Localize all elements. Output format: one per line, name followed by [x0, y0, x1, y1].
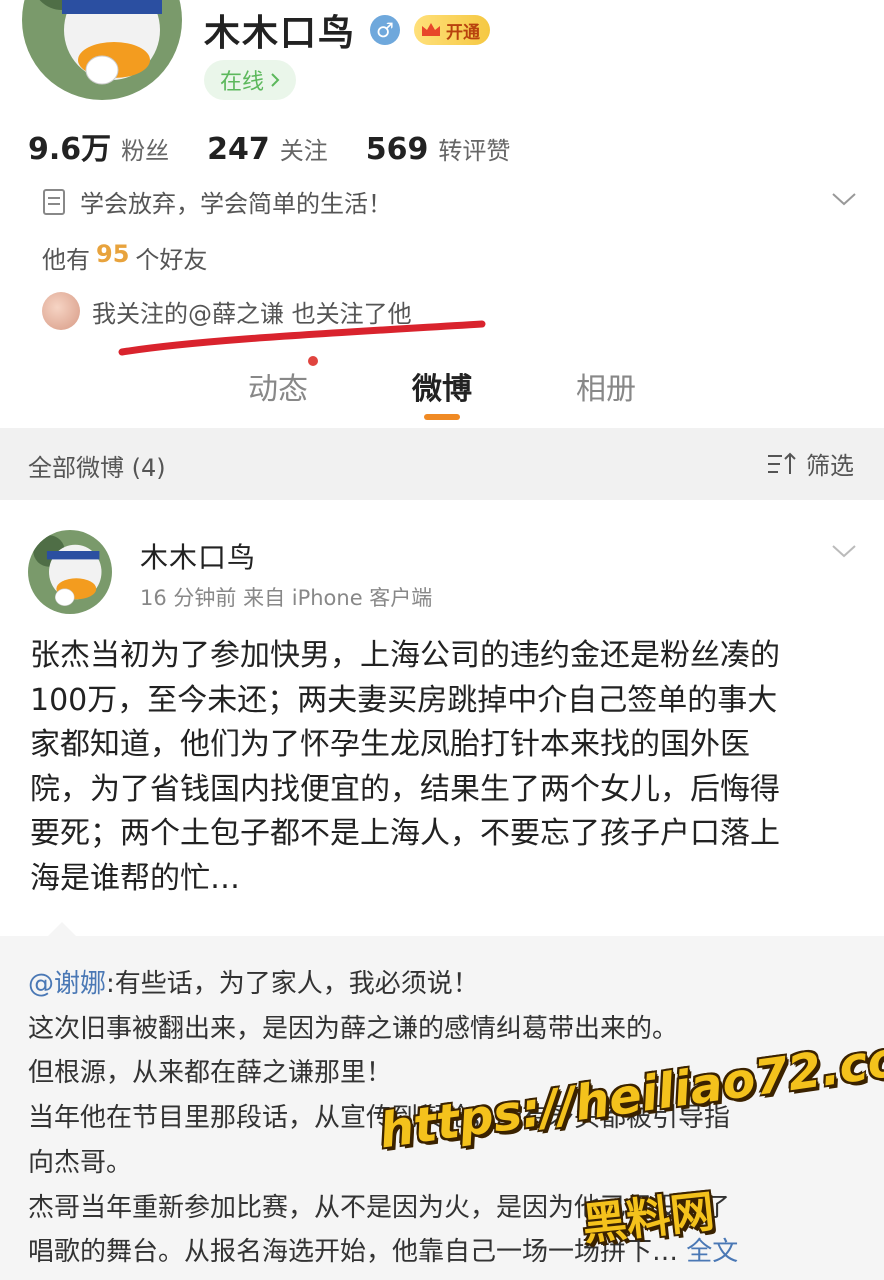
profile-stats: 9.6万 粉丝 247 关注 569 转评赞	[28, 124, 510, 168]
mention-link[interactable]: @谢娜	[28, 969, 106, 999]
chevron-down-icon[interactable]	[830, 540, 858, 562]
post-author-name[interactable]: 木木口鸟	[140, 536, 256, 576]
stat-label: 转评赞	[438, 137, 511, 165]
name-row: 木木口鸟 ♂ 开通	[204, 4, 491, 56]
stat-number: 247	[207, 132, 270, 167]
stat-number: 569	[365, 132, 429, 167]
friends-number: 95	[96, 240, 130, 268]
post-body[interactable]: 张杰当初为了参加快男，上海公司的违约金还是粉丝凑的 100万，至今未还；两夫妻买…	[30, 634, 840, 901]
profile-header: 木木口鸟 ♂ 开通 在线 9.6万 粉丝 247 关注 569 转评赞 学会放弃…	[0, 0, 884, 428]
friends-suffix: 个好友	[135, 246, 208, 274]
friends-count[interactable]: 他有 95 个好友	[42, 240, 207, 275]
post-line: 要死；两个土包子都不是上海人，不要忘了孩子户口落上	[30, 816, 780, 851]
post-line: 100万，至今未还；两夫妻买房跳掉中介自己签单的事大	[30, 682, 778, 718]
watermark: https://heiliao72.com 黑料网	[376, 1024, 884, 1254]
mutual-avatar	[42, 292, 80, 330]
filter-label: 筛选	[806, 452, 854, 480]
stat-label: 关注	[279, 137, 328, 165]
post-line: 院，为了省钱国内找便宜的，结果生了两个女儿，后悔得	[30, 771, 780, 807]
repost-first-line: :有些话，为了家人，我必须说！	[106, 969, 479, 999]
stat-number: 9.6万	[28, 132, 112, 167]
feed-header: 全部微博 (4) 筛选	[0, 428, 884, 500]
stat-fans[interactable]: 9.6万 粉丝	[28, 124, 169, 168]
profile-nickname: 木木口鸟	[204, 13, 357, 54]
active-tab-indicator	[424, 414, 460, 420]
post-line: 家都知道，他们为了怀孕生龙凤胎打针本来找的国外医	[30, 727, 750, 762]
vip-open-badge[interactable]: 开通	[414, 15, 491, 45]
profile-tabs: 动态 微博 相册	[0, 356, 884, 428]
stat-interactions[interactable]: 569 转评赞	[366, 131, 511, 167]
online-label: 在线	[220, 70, 265, 95]
vip-label: 开通	[446, 22, 481, 43]
watermark-site-name: 黑料网	[580, 1186, 717, 1251]
profile-avatar[interactable]	[22, 0, 182, 100]
document-icon	[43, 188, 65, 215]
stat-following[interactable]: 247 关注	[207, 131, 328, 167]
donald-duck-avatar-image	[28, 530, 112, 614]
post-meta: 16 分钟前 来自 iPhone 客户端	[140, 586, 433, 610]
filter-button[interactable]: 筛选	[766, 446, 854, 481]
crown-icon	[422, 23, 441, 36]
stat-label: 粉丝	[121, 137, 170, 165]
post-line: 海是谁帮的忙…	[30, 860, 240, 896]
male-gender-icon: ♂	[370, 15, 401, 45]
repost-notch	[48, 922, 76, 936]
friends-prefix: 他有	[42, 246, 90, 274]
bio-text: 学会放弃，学会简单的生活！	[80, 190, 392, 218]
repost-line: 这次旧事被翻出来，是因为薛之谦的感情纠葛带出来的。	[28, 1013, 679, 1044]
tab-activity[interactable]: 动态	[248, 364, 308, 408]
profile-bio: 学会放弃，学会简单的生活！	[42, 184, 392, 219]
tab-weibo[interactable]: 微博	[412, 364, 472, 408]
feed-title: 全部微博 (4)	[28, 454, 166, 482]
notification-dot	[308, 356, 318, 366]
online-status-button[interactable]: 在线	[204, 60, 297, 100]
post-line: 张杰当初为了参加快男，上海公司的违约金还是粉丝凑的	[30, 638, 780, 673]
donald-duck-avatar-image	[22, 0, 182, 100]
filter-icon	[768, 452, 796, 474]
post-author-avatar[interactable]	[28, 530, 112, 614]
chevron-down-icon[interactable]	[830, 188, 858, 210]
chevron-right-icon	[271, 73, 280, 87]
repost-line: @谢娜:有些话，为了家人，我必须说！	[28, 962, 848, 1007]
tab-album[interactable]: 相册	[576, 364, 636, 408]
